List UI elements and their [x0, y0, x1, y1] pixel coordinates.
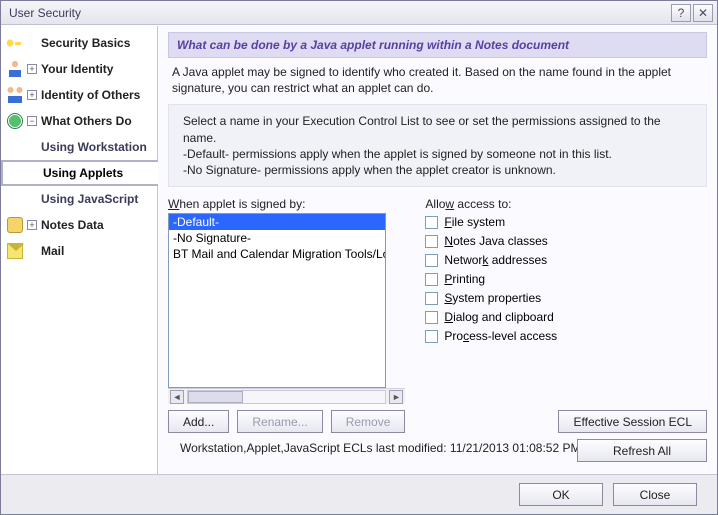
signer-buttons: Add... Rename... Remove	[168, 410, 405, 433]
info-line: -No Signature- permissions apply when th…	[183, 162, 692, 178]
sidebar-item-what-others-do[interactable]: − What Others Do	[1, 108, 157, 134]
expander-icon[interactable]: +	[27, 64, 37, 74]
window-title: User Security	[5, 6, 669, 20]
mail-icon	[7, 243, 23, 259]
permission-system-properties[interactable]: System properties	[425, 291, 557, 305]
user-security-window: User Security ? ✕ Security Basics + Your…	[0, 0, 718, 515]
people-icon	[7, 87, 23, 103]
close-window-button[interactable]: ✕	[693, 4, 713, 22]
footer: OK Close	[1, 474, 717, 514]
permission-file-system[interactable]: File system	[425, 215, 557, 229]
close-button[interactable]: Close	[613, 483, 697, 506]
expander-icon[interactable]: +	[27, 90, 37, 100]
sidebar-label: Your Identity	[41, 62, 113, 76]
person-icon	[7, 61, 23, 77]
ok-button[interactable]: OK	[519, 483, 603, 506]
signer-item[interactable]: BT Mail and Calendar Migration Tools/Lot…	[169, 246, 385, 262]
permission-process-level[interactable]: Process-level access	[425, 329, 557, 343]
remove-button[interactable]: Remove	[331, 410, 406, 433]
sidebar: Security Basics + Your Identity + Identi…	[1, 26, 158, 474]
signer-listbox[interactable]: -Default- -No Signature- BT Mail and Cal…	[168, 213, 386, 388]
section-description: A Java applet may be signed to identify …	[168, 58, 707, 104]
sidebar-label: Using Applets	[43, 166, 123, 180]
body: Security Basics + Your Identity + Identi…	[1, 25, 717, 474]
sidebar-label: Security Basics	[41, 36, 130, 50]
checkbox-icon	[425, 254, 438, 267]
status-label: Workstation,Applet,JavaScript ECLs last …	[180, 441, 450, 455]
add-button[interactable]: Add...	[168, 410, 229, 433]
sidebar-item-identity-of-others[interactable]: + Identity of Others	[1, 82, 157, 108]
signer-item[interactable]: -No Signature-	[169, 230, 385, 246]
permissions-label: Allow access to:	[425, 197, 557, 211]
close-icon: ✕	[698, 6, 708, 20]
sidebar-item-mail[interactable]: Mail	[1, 238, 157, 264]
info-line: Select a name in your Execution Control …	[183, 113, 692, 145]
sidebar-item-using-applets[interactable]: Using Applets	[1, 160, 158, 186]
permissions-list: File system Notes Java classes Network a…	[425, 213, 557, 343]
permission-notes-java-classes[interactable]: Notes Java classes	[425, 234, 557, 248]
sidebar-item-using-workstation[interactable]: Using Workstation	[1, 134, 157, 160]
scroll-right-icon[interactable]: ►	[389, 390, 403, 404]
expander-icon[interactable]: −	[27, 116, 37, 126]
signer-column: When applet is signed by: -Default- -No …	[168, 197, 405, 433]
info-line: -Default- permissions apply when the app…	[183, 146, 692, 162]
sidebar-item-security-basics[interactable]: Security Basics	[1, 30, 157, 56]
sidebar-label: Identity of Others	[41, 88, 140, 102]
scroll-left-icon[interactable]: ◄	[170, 390, 184, 404]
sidebar-label: Mail	[41, 244, 64, 258]
info-box: Select a name in your Execution Control …	[168, 104, 707, 187]
checkbox-icon	[425, 292, 438, 305]
database-icon	[7, 217, 23, 233]
permission-network-addresses[interactable]: Network addresses	[425, 253, 557, 267]
effective-session-ecl-button[interactable]: Effective Session ECL	[558, 410, 707, 433]
sidebar-label: What Others Do	[41, 114, 132, 128]
checkbox-icon	[425, 273, 438, 286]
permission-dialog-clipboard[interactable]: Dialog and clipboard	[425, 310, 557, 324]
right-buttons: Effective Session ECL Refresh All	[558, 410, 707, 462]
checkbox-icon	[425, 330, 438, 343]
content-panel: What can be done by a Java applet runnin…	[158, 26, 717, 474]
sidebar-label: Using Workstation	[41, 140, 147, 154]
sidebar-item-notes-data[interactable]: + Notes Data	[1, 212, 157, 238]
signer-list-label: When applet is signed by:	[168, 197, 405, 211]
lists-area: When applet is signed by: -Default- -No …	[168, 197, 707, 433]
sidebar-label: Using JavaScript	[41, 192, 138, 206]
scroll-thumb[interactable]	[188, 391, 243, 403]
permissions-column: Allow access to: File system Notes Java …	[425, 197, 557, 433]
titlebar: User Security ? ✕	[1, 1, 717, 25]
sidebar-item-using-javascript[interactable]: Using JavaScript	[1, 186, 157, 212]
refresh-all-button[interactable]: Refresh All	[577, 439, 707, 462]
signer-item[interactable]: -Default-	[169, 214, 385, 230]
rename-button[interactable]: Rename...	[237, 410, 322, 433]
help-button[interactable]: ?	[671, 4, 691, 22]
checkbox-icon	[425, 216, 438, 229]
globe-icon	[7, 113, 23, 129]
checkbox-icon	[425, 311, 438, 324]
permission-printing[interactable]: Printing	[425, 272, 557, 286]
horizontal-scrollbar[interactable]: ◄ ►	[168, 388, 405, 404]
section-heading: What can be done by a Java applet runnin…	[168, 32, 707, 58]
checkbox-icon	[425, 235, 438, 248]
sidebar-label: Notes Data	[41, 218, 104, 232]
help-icon: ?	[678, 6, 685, 20]
scroll-track[interactable]	[187, 390, 386, 404]
expander-icon[interactable]: +	[27, 220, 37, 230]
sidebar-item-your-identity[interactable]: + Your Identity	[1, 56, 157, 82]
key-icon	[7, 35, 23, 51]
